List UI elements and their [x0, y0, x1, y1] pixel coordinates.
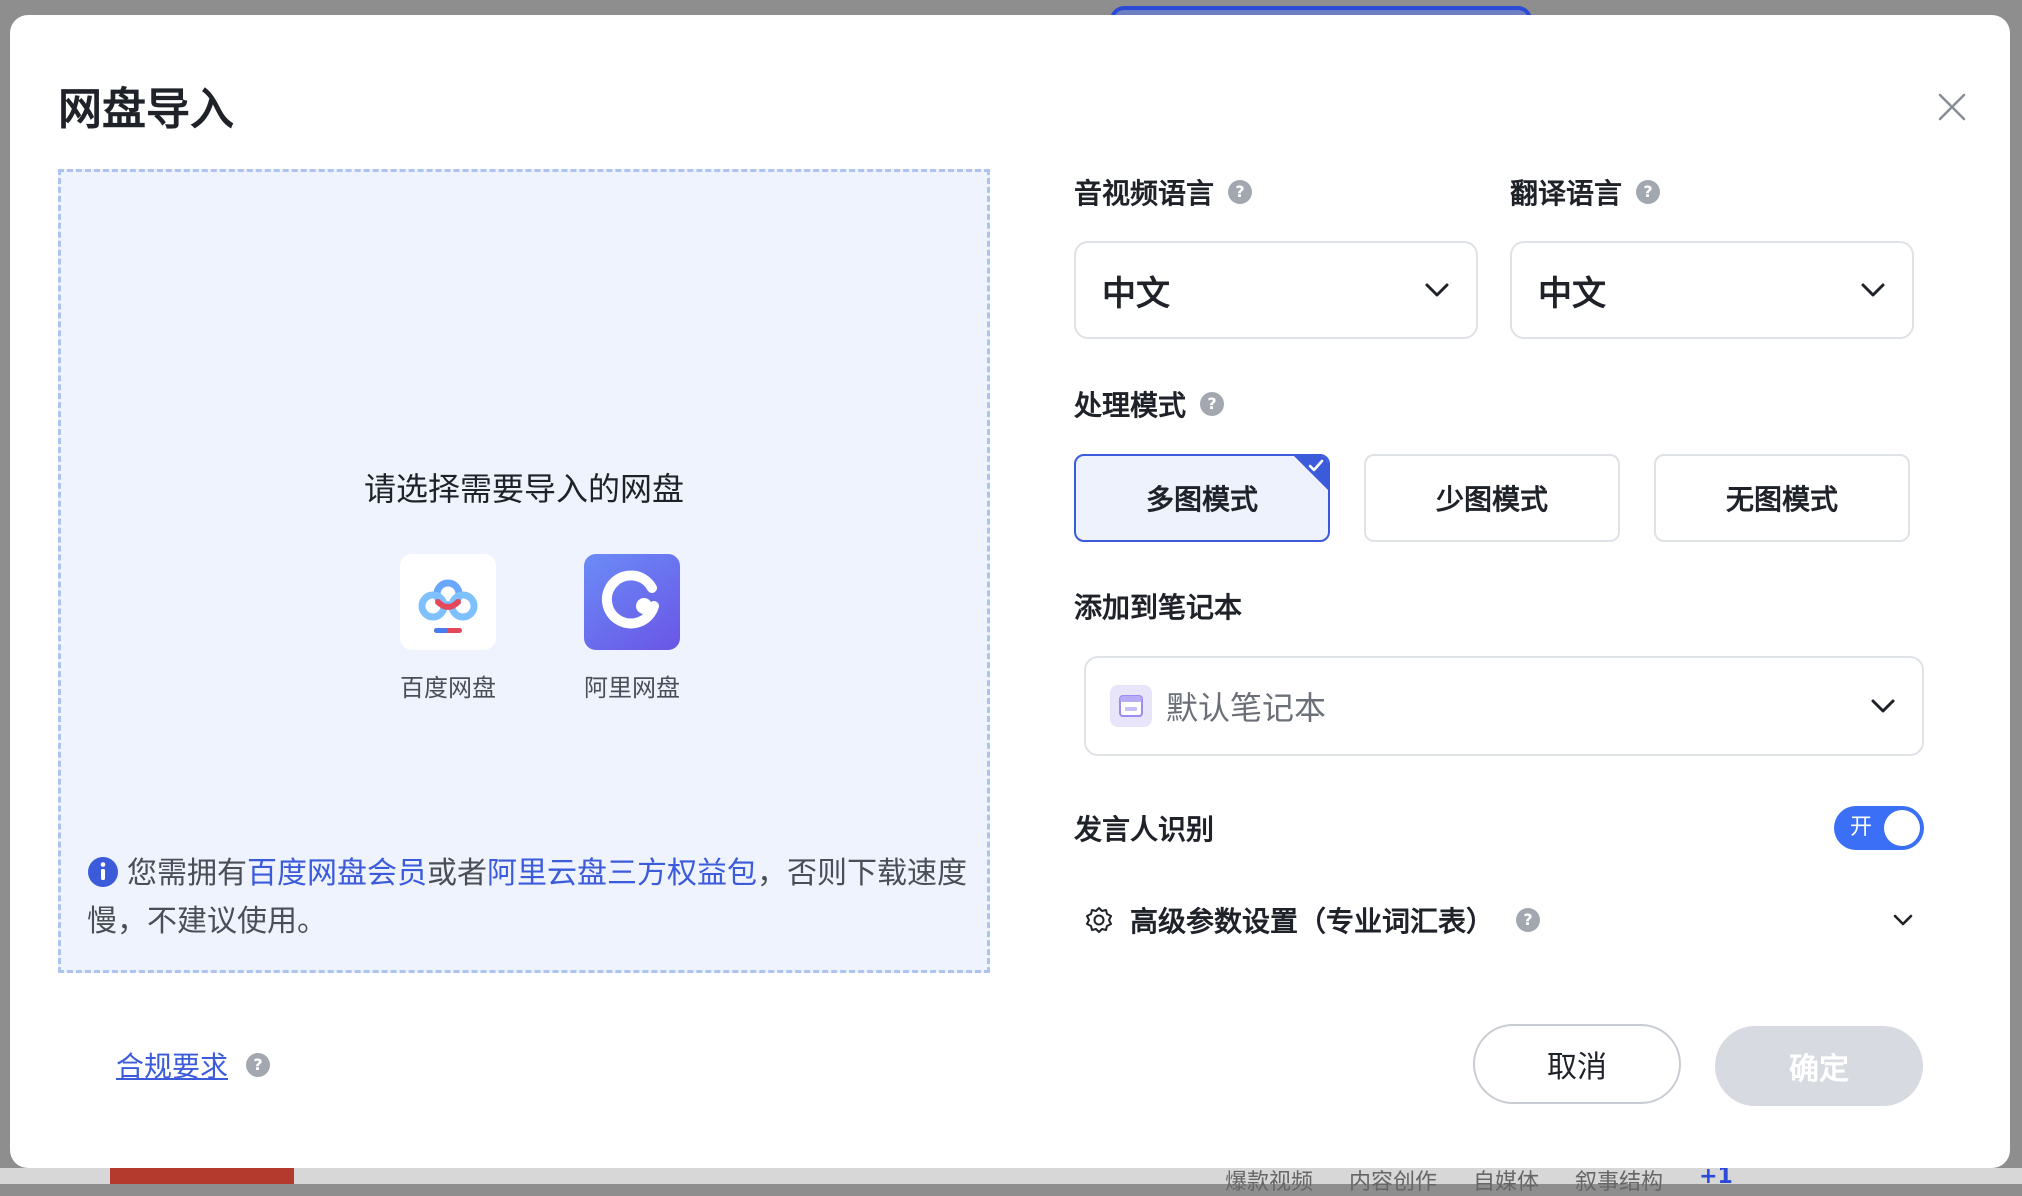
toggle-on-text: 开 — [1850, 815, 1873, 840]
translate-language-label: 翻译语言 ? — [1510, 172, 1661, 212]
audio-language-help-icon[interactable]: ? — [1228, 180, 1253, 204]
chevron-down-icon — [1893, 914, 1913, 926]
background-tag: 内容创作 — [1349, 1170, 1438, 1195]
compliance-link[interactable]: 合规要求 — [116, 1045, 228, 1085]
translate-language-value: 中文 — [1538, 273, 1606, 314]
advanced-settings-row[interactable]: 高级参数设置（专业词汇表） ? — [1084, 895, 1924, 945]
audio-language-text: 音视频语言 — [1074, 177, 1215, 210]
audio-language-value: 中文 — [1102, 273, 1170, 314]
toggle-knob — [1884, 810, 1920, 846]
notebook-label: 添加到笔记本 — [1074, 586, 1242, 626]
dialog-title: 网盘导入 — [58, 84, 234, 135]
check-icon — [1308, 459, 1324, 472]
background-tag-more: +1 — [1699, 1164, 1733, 1189]
notebook-icon — [1110, 685, 1152, 727]
notebook-value: 默认笔记本 — [1166, 689, 1327, 727]
speaker-recognition-text: 发言人识别 — [1074, 813, 1215, 846]
mode-no-image-label: 无图模式 — [1725, 483, 1838, 516]
mode-no-image[interactable]: 无图模式 — [1654, 454, 1910, 542]
processing-mode-text: 处理模式 — [1074, 389, 1187, 422]
cancel-button[interactable]: 取消 — [1473, 1024, 1681, 1104]
chevron-down-icon — [1425, 283, 1449, 297]
translate-language-text: 翻译语言 — [1510, 177, 1623, 210]
compliance-help-icon[interactable]: ? — [246, 1053, 271, 1077]
advanced-settings-label: 高级参数设置（专业词汇表） — [1130, 905, 1495, 938]
speaker-recognition-label: 发言人识别 — [1074, 808, 1214, 848]
translate-language-select[interactable]: 中文 — [1510, 241, 1914, 339]
mode-multi-image-label: 多图模式 — [1145, 483, 1258, 516]
baidu-netdisk-option[interactable]: 百度网盘 — [378, 554, 518, 703]
aliyun-drive-icon — [584, 554, 680, 650]
background-tags: 爆款视频 内容创作 自媒体 叙事结构 +1 — [1225, 1164, 1733, 1196]
info-icon — [88, 857, 118, 887]
compliance-row: 合规要求 ? — [116, 1045, 271, 1085]
chevron-down-icon — [1871, 699, 1895, 713]
chevron-down-icon — [1861, 283, 1885, 297]
aliyun-drive-label: 阿里网盘 — [584, 674, 680, 702]
select-netdisk-prompt: 请选择需要导入的网盘 — [363, 470, 684, 508]
mode-multi-image[interactable]: 多图模式 — [1074, 454, 1330, 542]
mode-few-image-label: 少图模式 — [1435, 483, 1548, 516]
advanced-help-icon[interactable]: ? — [1516, 908, 1541, 932]
membership-notice: 您需拥有百度网盘会员或者阿里云盘三方权益包，否则下载速度慢，不建议使用。 — [87, 850, 967, 946]
background-thumbnail — [110, 1166, 294, 1184]
netdisk-select-area: 请选择需要导入的网盘 百度网盘 阿里网盘 您需拥有百度网盘会员或者阿里云盘三方权… — [58, 169, 990, 973]
notice-middle: 或者 — [427, 856, 487, 891]
aliyun-drive-option[interactable]: 阿里网盘 — [562, 554, 702, 703]
background-tag: 自媒体 — [1473, 1170, 1540, 1195]
audio-language-select[interactable]: 中文 — [1074, 241, 1478, 339]
baidu-membership-link[interactable]: 百度网盘会员 — [247, 856, 427, 891]
background-tag: 叙事结构 — [1575, 1170, 1664, 1195]
audio-language-label: 音视频语言 ? — [1074, 172, 1253, 212]
aliyun-benefits-link[interactable]: 阿里云盘三方权益包 — [487, 856, 757, 891]
baidu-netdisk-icon — [400, 554, 496, 650]
confirm-button[interactable]: 确定 — [1715, 1026, 1923, 1106]
processing-mode-label: 处理模式 ? — [1074, 384, 1225, 424]
baidu-netdisk-label: 百度网盘 — [400, 674, 496, 702]
notebook-select[interactable]: 默认笔记本 — [1084, 656, 1924, 756]
gear-icon — [1086, 907, 1112, 933]
close-button[interactable] — [1922, 77, 1982, 137]
speaker-recognition-toggle[interactable]: 开 — [1834, 806, 1924, 850]
translate-language-help-icon[interactable]: ? — [1636, 180, 1661, 204]
notebook-label-text: 添加到笔记本 — [1074, 591, 1243, 624]
background-tag: 爆款视频 — [1225, 1170, 1314, 1195]
processing-mode-help-icon[interactable]: ? — [1200, 392, 1225, 416]
netdisk-import-dialog: 网盘导入 请选择需要导入的网盘 百度网盘 阿里网盘 您需拥有百度网盘会员或者阿里… — [10, 15, 2010, 1168]
close-icon — [1938, 93, 1966, 121]
notice-prefix: 您需拥有 — [127, 856, 247, 891]
mode-few-image[interactable]: 少图模式 — [1364, 454, 1620, 542]
